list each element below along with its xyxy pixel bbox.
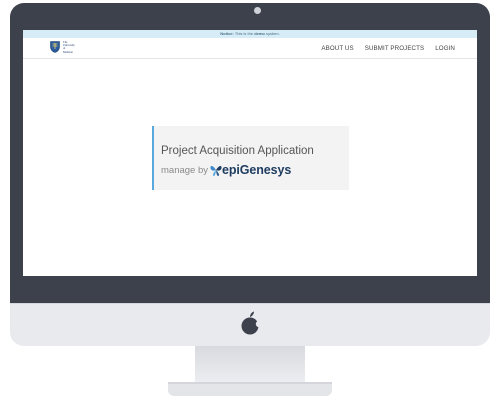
apple-logo-icon: [241, 311, 260, 335]
nav-submit-projects[interactable]: SUBMIT PROJECTS: [365, 45, 425, 52]
browser-screen: Notice: This is the demo system. The Uni…: [23, 30, 477, 276]
app-title: Project Acquisition Application: [161, 145, 314, 157]
hero-subtitle: manage by epiGenesys: [161, 163, 291, 177]
university-name: The University of Madison: [63, 41, 75, 54]
monitor-stand: [195, 346, 305, 384]
nav-links: ABOUT US SUBMIT PROJECTS LOGIN: [310, 38, 455, 58]
nav-about-us[interactable]: ABOUT US: [321, 45, 353, 52]
nav-login[interactable]: LOGIN: [435, 45, 455, 52]
camera-dot: [254, 7, 261, 14]
notice-text: This is the: [233, 31, 255, 36]
notice-label: Notice:: [220, 31, 234, 36]
brand-name: epiGenesys: [222, 163, 292, 177]
university-crest-icon: [50, 41, 60, 54]
notice-emphasis: demo: [254, 31, 265, 36]
top-navbar: The University of Madison ABOUT US SUBMI…: [23, 38, 477, 59]
butterfly-icon: [210, 165, 222, 176]
manage-by-label: manage by: [161, 164, 209, 176]
hero-card: Project Acquisition Application manage b…: [152, 126, 349, 190]
notice-text-end: system.: [264, 31, 280, 36]
university-logo[interactable]: The University of Madison: [50, 41, 77, 54]
monitor-stand-base: [168, 382, 332, 396]
notice-banner: Notice: This is the demo system.: [23, 30, 477, 38]
